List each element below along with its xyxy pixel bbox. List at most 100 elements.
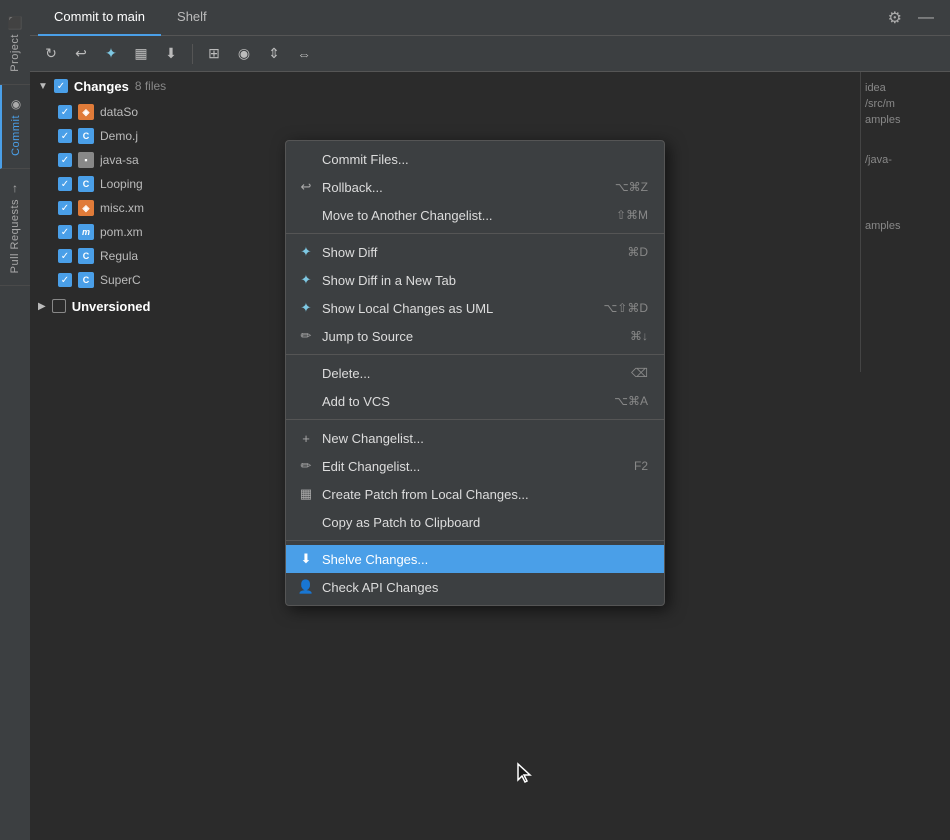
file-icon-gray: ▪ (78, 152, 94, 168)
toolbar-separator-1 (192, 44, 193, 64)
move-icon (298, 207, 314, 223)
copy-patch-icon (298, 514, 314, 530)
file-checkbox[interactable]: ✓ (58, 177, 72, 191)
group-button[interactable]: ⊞ (201, 41, 227, 67)
file-checkbox[interactable]: ✓ (58, 201, 72, 215)
file-icon-c: C (78, 176, 94, 192)
file-checkbox[interactable]: ✓ (58, 225, 72, 239)
menu-shortcut: ⌫ (631, 366, 648, 380)
changes-checkbox[interactable]: ✓ (54, 79, 68, 93)
path-spacer2 (865, 168, 946, 218)
sidebar-item-project[interactable]: ⬛ Project (0, 0, 30, 85)
menu-item-copy-patch[interactable]: Copy as Patch to Clipboard (286, 508, 664, 536)
menu-label: Commit Files... (322, 152, 648, 167)
rollback-icon: ↩ (298, 179, 314, 195)
menu-item-shelve-changes[interactable]: ⬇ Shelve Changes... (286, 545, 664, 573)
eye-button[interactable]: ◉ (231, 41, 257, 67)
menu-shortcut: F2 (634, 459, 648, 473)
file-name: Regula (100, 249, 138, 263)
unversioned-checkbox[interactable] (52, 299, 66, 313)
menu-separator-4 (286, 540, 664, 541)
path-2: /src/m (865, 96, 946, 112)
file-icon-orange: ◈ (78, 200, 94, 216)
file-icon-m: m (78, 224, 94, 240)
menu-shortcut: ⌥⌘Z (615, 180, 648, 194)
file-checkbox[interactable]: ✓ (58, 105, 72, 119)
left-sidebar: ⬛ Project ◉ Commit ↑ Pull Requests (0, 0, 30, 840)
add-vcs-icon (298, 393, 314, 409)
menu-label: Add to VCS (322, 394, 606, 409)
menu-separator-2 (286, 354, 664, 355)
menu-item-new-changelist[interactable]: + New Changelist... (286, 424, 664, 452)
check-api-icon: 👤 (298, 579, 314, 595)
menu-label: Show Diff (322, 245, 619, 260)
create-patch-icon: ▦ (298, 486, 314, 502)
menu-shortcut: ⌥⇧⌘D (603, 301, 648, 315)
file-checkbox[interactable]: ✓ (58, 129, 72, 143)
pull-requests-icon: ↑ (12, 181, 18, 195)
show-diff-icon: ✦ (298, 244, 314, 260)
menu-item-show-diff[interactable]: ✦ Show Diff ⌘D (286, 238, 664, 266)
file-icon-c: C (78, 128, 94, 144)
changes-chevron[interactable]: ▼ (38, 81, 48, 92)
menu-item-edit-changelist[interactable]: ✏ Edit Changelist... F2 (286, 452, 664, 480)
menu-item-show-diff-tab[interactable]: ✦ Show Diff in a New Tab (286, 266, 664, 294)
view-button[interactable]: ▦ (128, 41, 154, 67)
menu-separator-1 (286, 233, 664, 234)
shelve-changes-icon: ⬇ (298, 551, 314, 567)
toolbar: ↻ ↩ ✦ ▦ ⬇ ⊞ ◉ ⇕ ⇔ (30, 36, 950, 72)
right-path-panel: idea /src/m amples /java- amples (860, 72, 950, 372)
file-checkbox[interactable]: ✓ (58, 153, 72, 167)
changes-header: ▼ ✓ Changes 8 files (30, 72, 950, 100)
menu-label: Jump to Source (322, 329, 622, 344)
menu-item-show-uml[interactable]: ✦ Show Local Changes as UML ⌥⇧⌘D (286, 294, 664, 322)
sort-button[interactable]: ⇕ (261, 41, 287, 67)
new-changelist-icon: + (298, 430, 314, 446)
delete-icon (298, 365, 314, 381)
menu-item-create-patch[interactable]: ▦ Create Patch from Local Changes... (286, 480, 664, 508)
file-name: Looping (100, 177, 143, 191)
file-name: java-sa (100, 153, 139, 167)
menu-label: Show Local Changes as UML (322, 301, 595, 316)
refresh-button[interactable]: ↻ (38, 41, 64, 67)
menu-shortcut: ⌘D (627, 245, 648, 259)
sidebar-item-pull-requests[interactable]: ↑ Pull Requests (0, 169, 30, 286)
rollback-button[interactable]: ↩ (68, 41, 94, 67)
tab-commit[interactable]: Commit to main (38, 0, 161, 36)
file-icon-c: C (78, 248, 94, 264)
menu-item-move-changelist[interactable]: Move to Another Changelist... ⇧⌘M (286, 201, 664, 229)
menu-label: Show Diff in a New Tab (322, 273, 648, 288)
menu-item-commit-files[interactable]: Commit Files... (286, 145, 664, 173)
file-checkbox[interactable]: ✓ (58, 273, 72, 287)
menu-item-delete[interactable]: Delete... ⌫ (286, 359, 664, 387)
minimize-icon[interactable]: — (910, 9, 942, 27)
menu-item-add-vcs[interactable]: Add to VCS ⌥⌘A (286, 387, 664, 415)
sidebar-item-label: Project (9, 34, 21, 72)
menu-shortcut: ⌥⌘A (614, 394, 648, 408)
changes-count: 8 files (135, 79, 166, 93)
file-icon-c: C (78, 272, 94, 288)
path-5: amples (865, 218, 946, 234)
settings-icon[interactable]: ⚙ (880, 8, 910, 28)
show-uml-icon: ✦ (298, 300, 314, 316)
unversioned-chevron[interactable]: ▶ (38, 301, 46, 312)
menu-label: Move to Another Changelist... (322, 208, 608, 223)
sidebar-item-label: Commit (10, 115, 22, 156)
menu-separator-3 (286, 419, 664, 420)
sidebar-item-commit[interactable]: ◉ Commit (0, 85, 30, 169)
menu-item-rollback[interactable]: ↩ Rollback... ⌥⌘Z (286, 173, 664, 201)
path-1: idea (865, 80, 946, 96)
changes-title: Changes (74, 79, 129, 94)
menu-item-check-api[interactable]: 👤 Check API Changes (286, 573, 664, 601)
menu-item-jump-source[interactable]: ✏ Jump to Source ⌘↓ (286, 322, 664, 350)
update-button[interactable]: ⬇ (158, 41, 184, 67)
menu-label: Shelve Changes... (322, 552, 648, 567)
tab-shelf[interactable]: Shelf (161, 0, 223, 36)
vcs-button[interactable]: ✦ (98, 41, 124, 67)
file-name: SuperC (100, 273, 141, 287)
file-checkbox[interactable]: ✓ (58, 249, 72, 263)
sidebar-item-label: Pull Requests (9, 199, 21, 273)
jump-source-icon: ✏ (298, 328, 314, 344)
expand-button[interactable]: ⇔ (291, 41, 317, 67)
file-item-datasource[interactable]: ✓ ◈ dataSo (30, 100, 950, 124)
